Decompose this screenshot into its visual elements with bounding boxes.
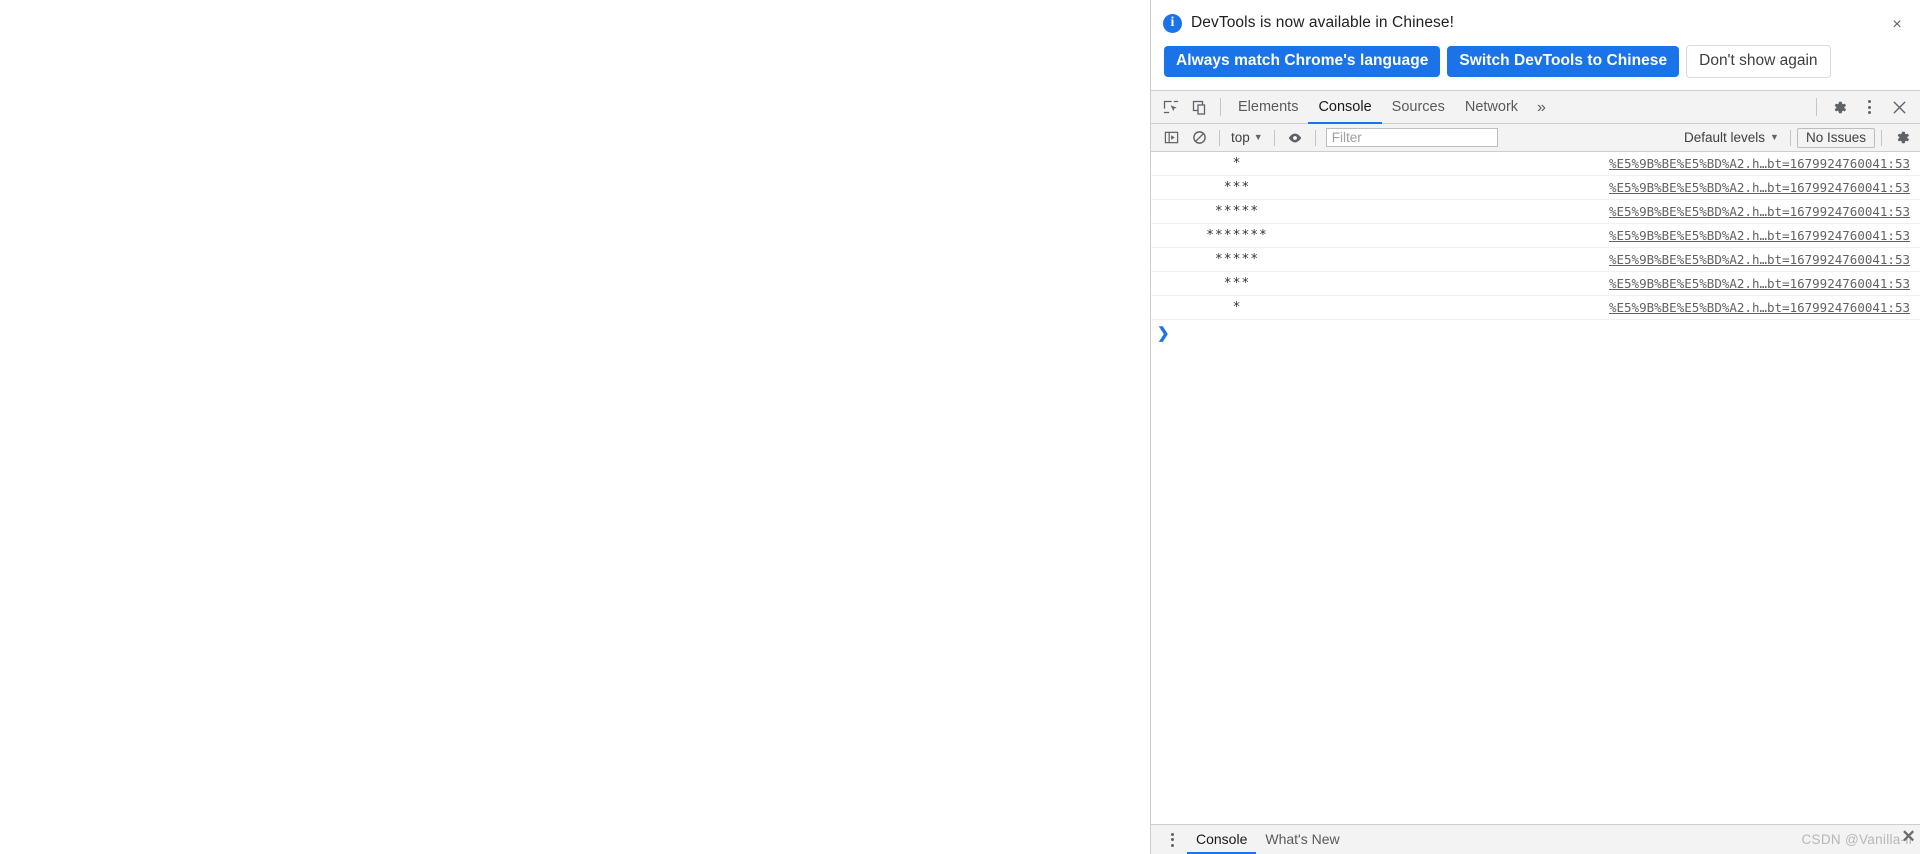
toolbar-divider-4 (1789, 129, 1791, 146)
table-row[interactable]: * %E5%9B%BE%E5%BD%A2.h…bt=1679924760041:… (1151, 152, 1920, 176)
tabbar-divider (1220, 98, 1221, 116)
close-devtools-icon[interactable] (1884, 93, 1914, 121)
drawer-tab-whats-new[interactable]: What's New (1256, 825, 1348, 854)
banner-actions: Always match Chrome's language Switch De… (1163, 45, 1908, 78)
settings-gear-icon[interactable] (1824, 93, 1854, 121)
cursor-select-icon[interactable] (1157, 93, 1185, 121)
console-prompt-row[interactable]: ❯ (1151, 320, 1920, 346)
execution-context-label: top (1231, 130, 1250, 145)
console-settings-gear-icon[interactable] (1888, 124, 1916, 152)
toolbar-divider-5 (1881, 129, 1882, 146)
watermark: CSDN @Vanilla-li ✕ (1801, 828, 1915, 847)
table-row[interactable]: *** %E5%9B%BE%E5%BD%A2.h…bt=167992476004… (1151, 176, 1920, 200)
tab-elements[interactable]: Elements (1228, 91, 1308, 124)
banner-message-row: i DevTools is now available in Chinese! (1163, 10, 1908, 36)
console-sidebar-icon[interactable] (1157, 124, 1185, 152)
console-source-link[interactable]: %E5%9B%BE%E5%BD%A2.h…bt=1679924760041:53 (1609, 180, 1910, 195)
console-log-area[interactable]: * %E5%9B%BE%E5%BD%A2.h…bt=1679924760041:… (1151, 152, 1920, 824)
log-levels-label: Default levels (1684, 130, 1766, 145)
banner-message: DevTools is now available in Chinese! (1191, 14, 1455, 31)
drawer-menu-icon[interactable] (1157, 826, 1187, 854)
execution-context-select[interactable]: top ▼ (1226, 129, 1268, 146)
console-source-link[interactable]: %E5%9B%BE%E5%BD%A2.h…bt=1679924760041:53 (1609, 228, 1910, 243)
console-message: ******* (1206, 228, 1268, 243)
tab-sources[interactable]: Sources (1382, 91, 1455, 124)
console-filter-input[interactable] (1325, 128, 1498, 147)
tabbar-right-divider (1816, 98, 1817, 116)
table-row[interactable]: *** %E5%9B%BE%E5%BD%A2.h…bt=167992476004… (1151, 272, 1920, 296)
console-source-link[interactable]: %E5%9B%BE%E5%BD%A2.h…bt=1679924760041:53 (1609, 300, 1910, 315)
device-toolbar-icon[interactable] (1185, 93, 1213, 121)
console-message: * (1232, 300, 1242, 315)
tab-console[interactable]: Console (1308, 91, 1382, 124)
dont-show-again-button[interactable]: Don't show again (1686, 45, 1831, 78)
log-levels-select[interactable]: Default levels ▼ (1679, 129, 1784, 146)
switch-devtools-to-chinese-button[interactable]: Switch DevTools to Chinese (1447, 46, 1680, 77)
eye-icon[interactable] (1281, 124, 1309, 152)
drawer-tabbar: Console What's New CSDN @Vanilla-li ✕ (1151, 824, 1920, 854)
tabbar-actions (1809, 93, 1914, 121)
watermark-close-icon: ✕ (1901, 827, 1916, 846)
screen-root: i DevTools is now available in Chinese! … (0, 0, 1920, 854)
toolbar-divider-3 (1314, 129, 1316, 146)
console-source-link[interactable]: %E5%9B%BE%E5%BD%A2.h…bt=1679924760041:53 (1609, 276, 1910, 291)
info-circle-icon: i (1163, 13, 1182, 33)
language-banner: i DevTools is now available in Chinese! … (1151, 0, 1920, 90)
drawer-tab-console[interactable]: Console (1187, 825, 1257, 854)
console-source-link[interactable]: %E5%9B%BE%E5%BD%A2.h…bt=1679924760041:53 (1609, 252, 1910, 267)
console-source-link[interactable]: %E5%9B%BE%E5%BD%A2.h…bt=1679924760041:53 (1609, 204, 1910, 219)
console-message: * (1232, 156, 1242, 171)
more-tabs-icon[interactable]: » (1528, 91, 1555, 124)
watermark-text: CSDN @Vanilla-li (1801, 832, 1912, 847)
issues-button[interactable]: No Issues (1796, 127, 1875, 148)
devtools-tabbar: Elements Console Sources Network » (1151, 90, 1920, 124)
console-filter-toolbar: top ▼ Default levels ▼ No Issues (1151, 124, 1920, 152)
table-row[interactable]: ***** %E5%9B%BE%E5%BD%A2.h…bt=1679924760… (1151, 200, 1920, 224)
console-source-link[interactable]: %E5%9B%BE%E5%BD%A2.h…bt=1679924760041:53 (1609, 156, 1910, 171)
table-row[interactable]: ***** %E5%9B%BE%E5%BD%A2.h…bt=1679924760… (1151, 248, 1920, 272)
chevron-down-icon: ▼ (1253, 132, 1263, 142)
console-message: *** (1223, 276, 1251, 291)
prompt-chevron-icon: ❯ (1157, 324, 1170, 342)
table-row[interactable]: * %E5%9B%BE%E5%BD%A2.h…bt=1679924760041:… (1151, 296, 1920, 320)
toolbar-divider-2 (1273, 129, 1275, 146)
table-row[interactable]: ******* %E5%9B%BE%E5%BD%A2.h…bt=16799247… (1151, 224, 1920, 248)
page-viewport (0, 0, 1150, 854)
clear-console-icon[interactable] (1185, 124, 1213, 152)
devtools-menu-icon[interactable] (1854, 93, 1884, 121)
devtools-panel: i DevTools is now available in Chinese! … (1150, 0, 1920, 854)
chevron-down-icon: ▼ (1770, 132, 1779, 142)
banner-close-icon[interactable]: × (1888, 16, 1906, 34)
console-message: ***** (1214, 252, 1260, 267)
console-message: *** (1223, 180, 1251, 195)
always-match-chrome-language-button[interactable]: Always match Chrome's language (1164, 46, 1441, 77)
toolbar-divider-1 (1219, 129, 1220, 146)
console-message: ***** (1214, 204, 1260, 219)
tab-network[interactable]: Network (1455, 91, 1528, 124)
